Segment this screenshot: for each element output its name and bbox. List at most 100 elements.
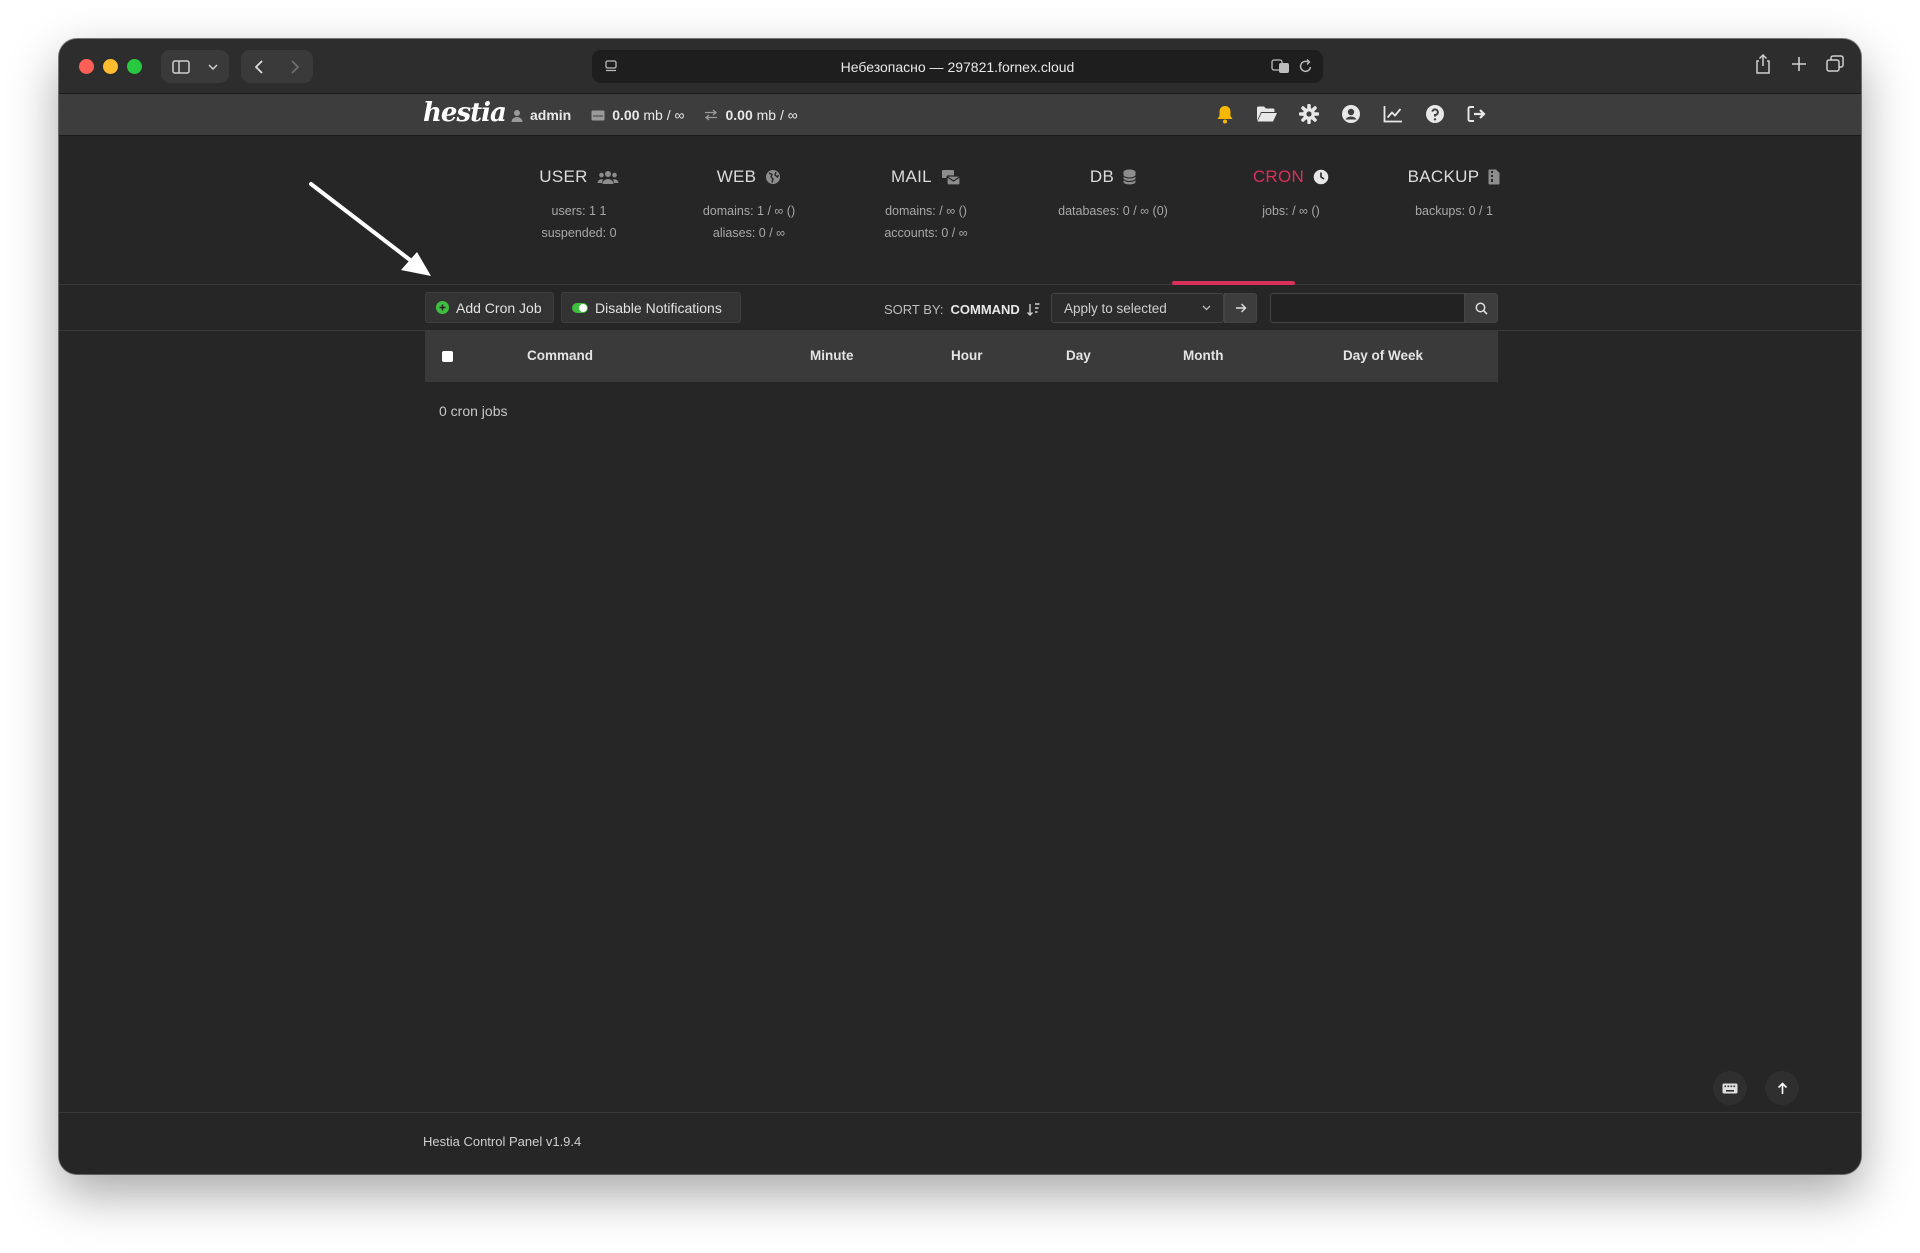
- tab-user[interactable]: USER users: 1 1 suspended: 0: [517, 167, 641, 244]
- cron-table-header: Command Minute Hour Day Month Day of Wee…: [425, 331, 1498, 382]
- scroll-to-top-button[interactable]: [1765, 1071, 1799, 1105]
- browser-titlebar: Небезопасно — 297821.fornex.cloud: [59, 39, 1861, 94]
- account-button[interactable]: [1339, 102, 1363, 126]
- column-day[interactable]: Day: [1066, 348, 1091, 363]
- maximize-window-button[interactable]: [127, 59, 142, 74]
- column-hour[interactable]: Hour: [951, 348, 983, 363]
- file-manager-button[interactable]: [1255, 102, 1279, 126]
- tab-overview-icon[interactable]: [1825, 53, 1845, 75]
- search-button[interactable]: [1464, 293, 1498, 323]
- users-icon: [597, 170, 619, 184]
- tab-cron-stat-jobs: jobs: / ∞ (): [1262, 204, 1320, 218]
- mail-bulk-icon: [941, 169, 961, 186]
- database-icon: [1123, 169, 1137, 185]
- tab-user-label: USER: [539, 167, 588, 186]
- share-icon[interactable]: [1753, 53, 1773, 75]
- address-bar[interactable]: Небезопасно — 297821.fornex.cloud: [592, 50, 1323, 83]
- tab-cron[interactable]: CRON jobs: / ∞ (): [1229, 167, 1353, 222]
- logout-button[interactable]: [1465, 102, 1489, 126]
- file-archive-icon: [1488, 169, 1500, 185]
- bandwidth-usage-value: 0.00: [725, 107, 753, 123]
- question-circle-icon: [1426, 105, 1444, 123]
- reader-icon[interactable]: [604, 59, 618, 73]
- user-circle-icon: [1342, 105, 1360, 123]
- sidebar-icon: [172, 59, 190, 74]
- close-window-button[interactable]: [79, 59, 94, 74]
- toggle-on-icon: [572, 302, 588, 313]
- browser-actions: [1753, 53, 1845, 75]
- keyboard-icon: [1722, 1083, 1738, 1093]
- minimize-window-button[interactable]: [103, 59, 118, 74]
- chart-line-icon: [1383, 106, 1402, 123]
- add-cron-job-button[interactable]: Add Cron Job: [425, 292, 554, 323]
- add-cron-job-label: Add Cron Job: [456, 299, 542, 316]
- disk-usage-unit: mb / ∞: [643, 107, 685, 123]
- tab-backup-label: BACKUP: [1407, 167, 1480, 186]
- tab-web-stat-aliases: aliases: 0 / ∞: [712, 226, 786, 240]
- notifications-button[interactable]: [1213, 102, 1237, 126]
- username[interactable]: admin: [530, 107, 571, 123]
- hdd-icon: [591, 110, 605, 120]
- search-input[interactable]: [1270, 293, 1466, 323]
- user-icon: [511, 109, 523, 122]
- tab-backup-stat-backups: backups: 0 / 1: [1415, 204, 1493, 218]
- sort-by-value: COMMAND: [950, 302, 1020, 317]
- column-minute[interactable]: Minute: [810, 348, 854, 363]
- tab-user-stat-users: users: 1 1: [551, 204, 607, 218]
- new-tab-icon[interactable]: [1789, 53, 1809, 75]
- help-button[interactable]: [1423, 102, 1447, 126]
- tab-web-stat-domains: domains: 1 / ∞ (): [702, 204, 796, 218]
- sign-out-icon: [1467, 106, 1486, 122]
- arrow-right-icon: [1235, 303, 1246, 313]
- translate-icon[interactable]: [1271, 58, 1291, 74]
- reload-icon[interactable]: [1299, 58, 1313, 74]
- topbar-actions: [1213, 102, 1489, 126]
- tab-cron-label: CRON: [1252, 167, 1305, 186]
- column-command[interactable]: Command: [527, 348, 593, 363]
- globe-icon: [766, 170, 781, 184]
- annotation-arrow: [309, 182, 431, 276]
- tab-mail-stat-domains: domains: / ∞ (): [885, 204, 967, 218]
- tab-db-stat-databases: databases: 0 / ∞ (0): [1058, 204, 1168, 218]
- hestia-logo[interactable]: hestia: [423, 98, 507, 128]
- search-icon: [1475, 302, 1488, 315]
- tab-group-dropdown[interactable]: [201, 50, 225, 83]
- arrow-up-icon: [1777, 1081, 1787, 1094]
- sidebar-toggle-group: [161, 50, 229, 83]
- panel-topbar: hestia admin 0.00 mb / ∞ 0.00 mb / ∞: [59, 94, 1861, 136]
- disable-notifications-button[interactable]: Disable Notifications: [561, 292, 741, 323]
- tab-db-label: DB: [1089, 167, 1115, 186]
- statistics-button[interactable]: [1381, 102, 1405, 126]
- topbar-stats: admin 0.00 mb / ∞ 0.00 mb / ∞: [511, 107, 798, 123]
- clock-icon: [1313, 169, 1329, 185]
- back-button[interactable]: [241, 50, 277, 83]
- chevron-down-icon: [208, 63, 218, 70]
- column-month[interactable]: Month: [1183, 348, 1223, 363]
- forward-button[interactable]: [277, 50, 313, 83]
- history-nav-group: [241, 50, 313, 83]
- tab-db[interactable]: DB databases: 0 / ∞ (0): [1051, 167, 1175, 222]
- tab-backup[interactable]: BACKUP backups: 0 / 1: [1392, 167, 1516, 222]
- tab-web[interactable]: WEB domains: 1 / ∞ () aliases: 0 / ∞: [687, 167, 811, 244]
- sidebar-toggle-button[interactable]: [161, 50, 201, 83]
- bandwidth-usage-unit: mb / ∞: [756, 107, 798, 123]
- cron-jobs-count: 0 cron jobs: [439, 403, 508, 419]
- folder-open-icon: [1257, 106, 1277, 122]
- apply-bulk-action-button[interactable]: [1224, 293, 1257, 323]
- plus-circle-icon: [436, 301, 449, 314]
- bell-icon: [1217, 106, 1233, 124]
- bulk-action-select[interactable]: Apply to selected: [1051, 293, 1224, 323]
- server-settings-button[interactable]: [1297, 102, 1321, 126]
- disk-usage-value: 0.00: [612, 107, 640, 123]
- disable-notifications-label: Disable Notifications: [595, 299, 722, 316]
- shortcuts-button[interactable]: [1713, 1071, 1747, 1105]
- sort-by-label: SORT BY:: [884, 302, 944, 317]
- column-day-of-week[interactable]: Day of Week: [1343, 348, 1423, 363]
- select-all-checkbox[interactable]: [442, 351, 453, 362]
- sort-control[interactable]: SORT BY: COMMAND: [884, 302, 1041, 317]
- chevron-down-icon: [1202, 305, 1211, 311]
- url-text: Небезопасно — 297821.fornex.cloud: [840, 58, 1075, 75]
- footer-version: Hestia Control Panel v1.9.4: [423, 1134, 582, 1149]
- tab-mail[interactable]: MAIL domains: / ∞ () accounts: 0 / ∞: [864, 167, 988, 244]
- bulk-action-selected: Apply to selected: [1064, 300, 1167, 316]
